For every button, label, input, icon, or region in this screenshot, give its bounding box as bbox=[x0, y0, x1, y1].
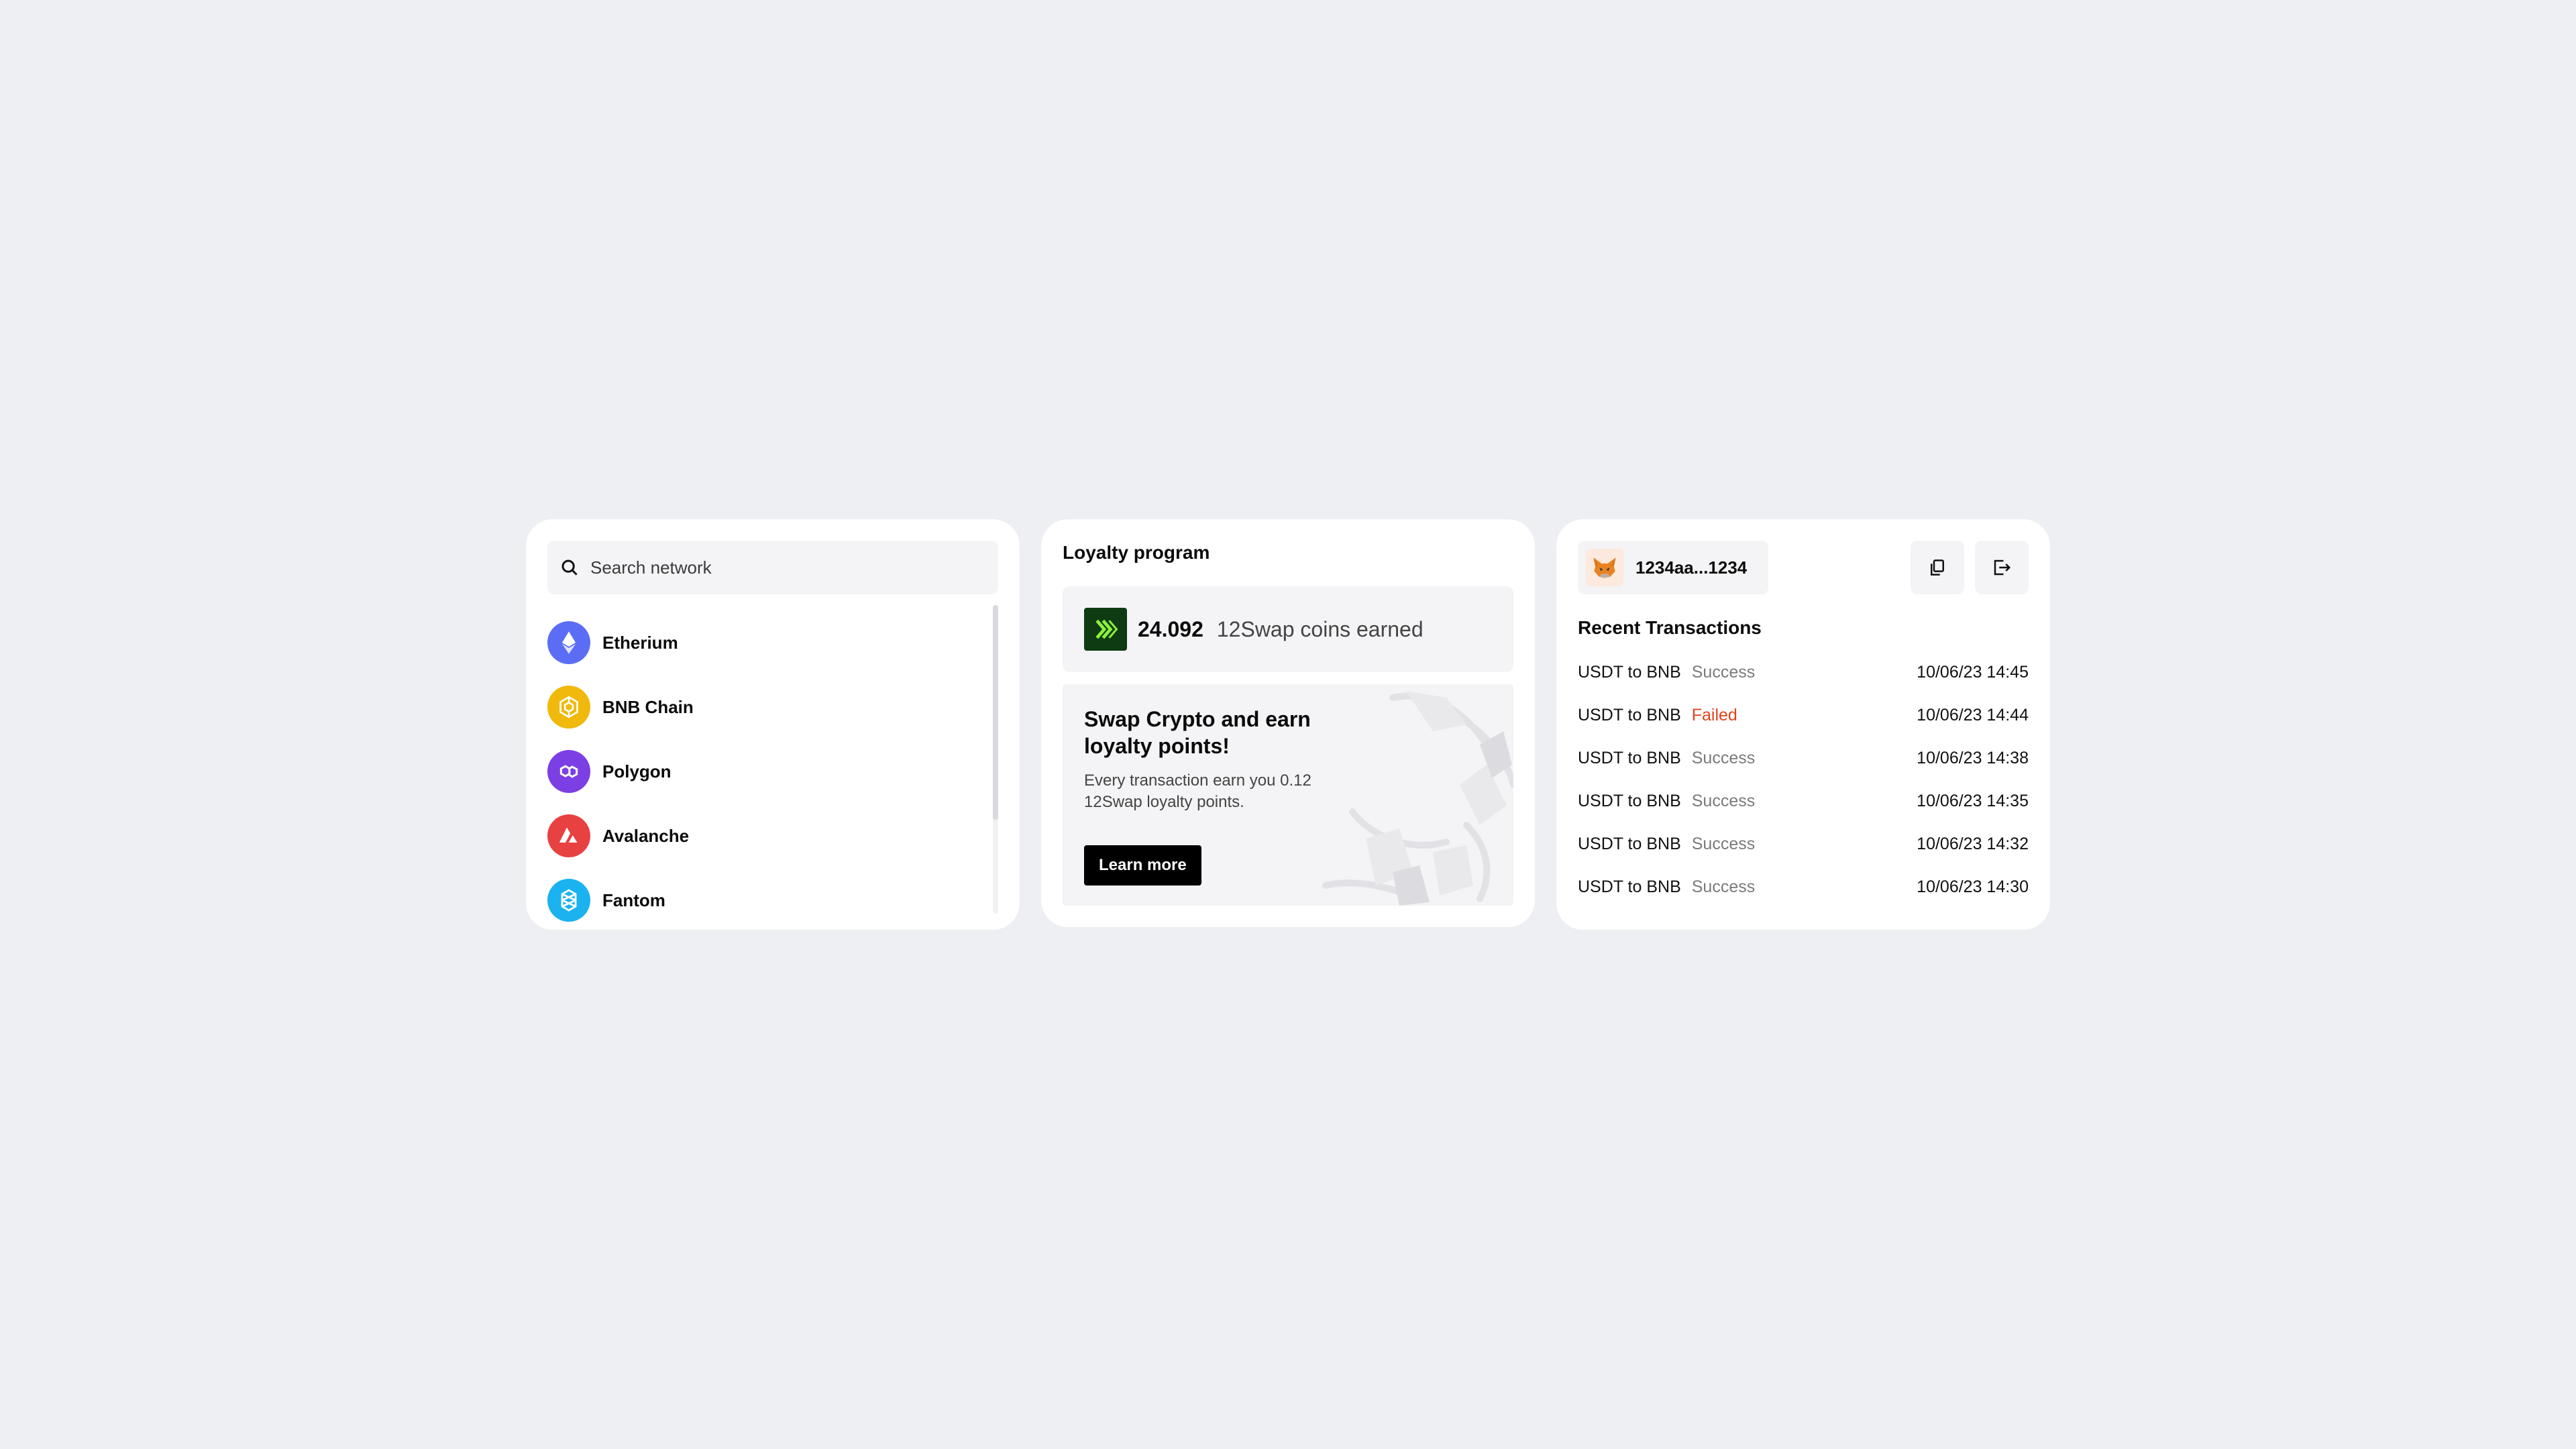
transaction-time: 10/06/23 14:30 bbox=[1917, 877, 2029, 896]
transaction-pair: USDT to BNB bbox=[1578, 748, 1681, 767]
recent-transactions-title: Recent Transactions bbox=[1578, 617, 1762, 638]
transaction-time: 10/06/23 14:44 bbox=[1917, 705, 2029, 724]
wallet-address: 1234aa...1234 bbox=[1635, 557, 1748, 578]
promo-description: Every transaction earn you 0.12 12Swap l… bbox=[1084, 771, 1311, 811]
network-label: BNB Chain bbox=[602, 696, 694, 717]
transaction-status: Success bbox=[1691, 877, 1756, 896]
coins-earned-value: 24.092 bbox=[1138, 616, 1203, 641]
transaction-time: 10/06/23 14:45 bbox=[1917, 662, 2029, 682]
transaction-row[interactable]: USDT to BNB Success 10/06/23 14:35 bbox=[1578, 780, 2029, 822]
search-icon bbox=[561, 559, 578, 576]
network-label: Fantom bbox=[602, 890, 665, 910]
search-network-input[interactable] bbox=[590, 557, 979, 578]
learn-more-button[interactable]: Learn more bbox=[1084, 845, 1201, 885]
transaction-time: 10/06/23 14:38 bbox=[1917, 748, 2029, 767]
network-list-scrollbar[interactable] bbox=[993, 605, 998, 914]
polygon-icon bbox=[547, 750, 590, 793]
network-selector-card: Etherium BNB Chain Polygon bbox=[526, 519, 1020, 930]
copy-icon bbox=[1931, 559, 1944, 576]
ethereum-icon bbox=[547, 621, 590, 664]
scrollbar-thumb[interactable] bbox=[993, 605, 998, 820]
search-box[interactable] bbox=[547, 541, 998, 594]
network-item-bnb-chain[interactable]: BNB Chain bbox=[547, 675, 977, 739]
transaction-pair: USDT to BNB bbox=[1578, 791, 1681, 810]
wallet-card: 1234aa...1234 Recent Transactions USDT t… bbox=[1556, 519, 2050, 930]
transaction-status: Failed bbox=[1691, 705, 1737, 724]
transaction-status: Success bbox=[1691, 834, 1756, 853]
network-list: Etherium BNB Chain Polygon Avalanche Fan… bbox=[547, 610, 977, 932]
transaction-pair: USDT to BNB bbox=[1578, 834, 1681, 853]
transaction-time: 10/06/23 14:32 bbox=[1917, 834, 2029, 853]
transaction-row[interactable]: USDT to BNB Success 10/06/23 14:45 bbox=[1578, 651, 2029, 694]
disconnect-button[interactable] bbox=[1975, 541, 2029, 594]
avalanche-icon bbox=[547, 814, 590, 857]
coins-earned-label: 12Swap coins earned bbox=[1216, 616, 1424, 641]
network-item-ethereum[interactable]: Etherium bbox=[547, 610, 977, 675]
coins-earned-panel: 24.092 12Swap coins earned bbox=[1063, 586, 1513, 672]
transaction-time: 10/06/23 14:35 bbox=[1917, 791, 2029, 810]
network-item-polygon[interactable]: Polygon bbox=[547, 739, 977, 804]
network-item-fantom[interactable]: Fantom bbox=[547, 868, 977, 932]
loyalty-program-card: Loyalty program 24.092 12Swap coins earn… bbox=[1041, 519, 1535, 927]
transaction-status: Success bbox=[1691, 791, 1756, 810]
12swap-logo-icon bbox=[1084, 608, 1127, 651]
network-label: Etherium bbox=[602, 632, 678, 653]
transaction-row[interactable]: USDT to BNB Success 10/06/23 14:32 bbox=[1578, 822, 2029, 865]
network-label: Avalanche bbox=[602, 825, 690, 846]
fantom-icon bbox=[547, 879, 590, 922]
transactions-list: USDT to BNB Success 10/06/23 14:45 USDT … bbox=[1578, 651, 2029, 908]
transaction-pair: USDT to BNB bbox=[1578, 705, 1681, 724]
network-label: Polygon bbox=[602, 761, 672, 782]
network-item-avalanche[interactable]: Avalanche bbox=[547, 804, 977, 868]
copy-address-button[interactable] bbox=[1911, 541, 1964, 594]
promo-banner: Swap Crypto and earn loyalty points! Eve… bbox=[1063, 684, 1513, 906]
wallet-account-chip[interactable]: 1234aa...1234 bbox=[1578, 541, 1768, 594]
transaction-row[interactable]: USDT to BNB Success 10/06/23 14:30 bbox=[1578, 865, 2029, 908]
bnb-icon bbox=[547, 686, 590, 729]
transaction-pair: USDT to BNB bbox=[1578, 877, 1681, 896]
loyalty-title: Loyalty program bbox=[1063, 542, 1210, 563]
transaction-status: Success bbox=[1691, 662, 1756, 682]
transaction-pair: USDT to BNB bbox=[1578, 662, 1681, 682]
promo-title: Swap Crypto and earn loyalty points! bbox=[1084, 707, 1311, 758]
logout-icon bbox=[1994, 559, 2011, 576]
transaction-row[interactable]: USDT to BNB Failed 10/06/23 14:44 bbox=[1578, 694, 2029, 737]
transaction-row[interactable]: USDT to BNB Success 10/06/23 14:38 bbox=[1578, 737, 2029, 780]
metamask-fox-icon bbox=[1586, 549, 1623, 586]
transaction-status: Success bbox=[1691, 748, 1756, 767]
